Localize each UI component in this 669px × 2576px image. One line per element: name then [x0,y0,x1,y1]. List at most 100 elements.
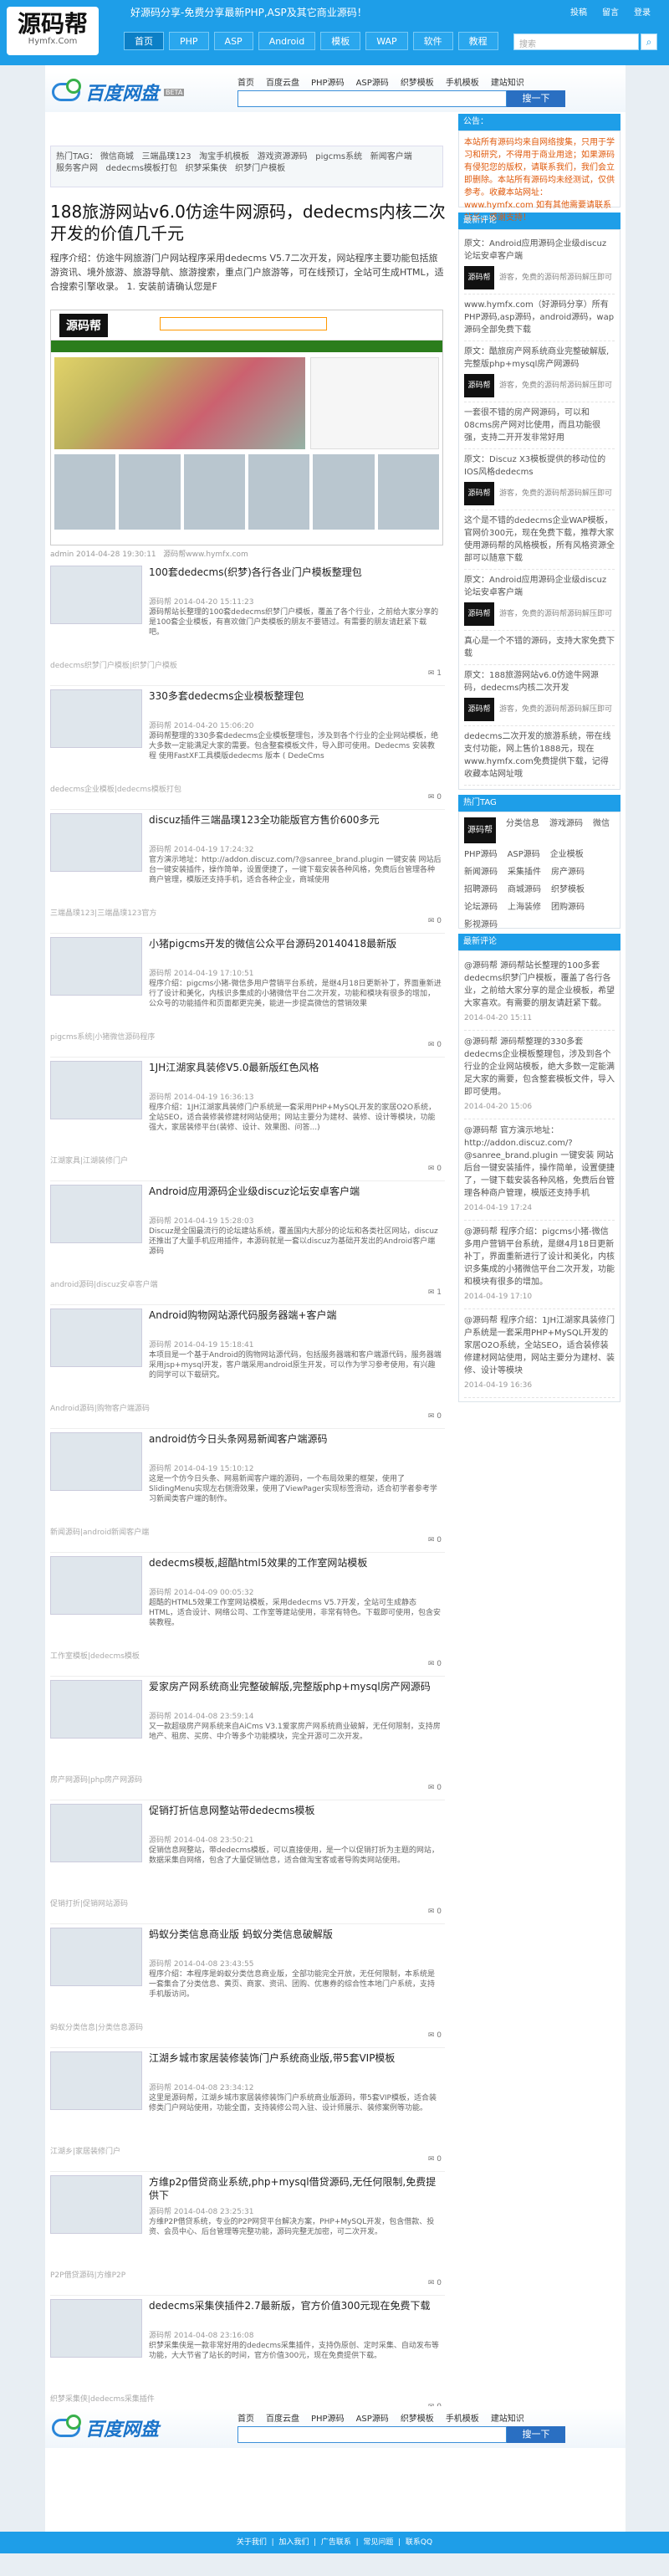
item-title[interactable]: 100套dedecms(织梦)各行各业门户模板整理包 [149,566,442,579]
item-title[interactable]: Android应用源码企业级discuz论坛安卓客户端 [149,1185,442,1198]
item-thumbnail[interactable] [50,2175,142,2234]
bdnav-php[interactable]: PHP源码 [311,2411,345,2424]
item-tags[interactable]: 房产网源码|php房产网源码 [50,1774,142,1785]
item-comment-count[interactable]: ✉ 0 [428,1412,442,1421]
bdnav-knowledge[interactable]: 建站知识 [491,2411,524,2424]
item-tags[interactable]: 江湖乡|家居装修门户 [50,2145,120,2156]
item-comment-count[interactable]: ✉ 0 [428,1784,442,1792]
item-thumbnail[interactable] [50,2051,142,2110]
item-thumbnail[interactable] [50,937,142,996]
nav-android[interactable]: Android [258,32,316,50]
item-comment-count[interactable]: ✉ 0 [428,1165,442,1173]
recent-comment[interactable]: 原文：酷旅房产网系统商业完整破解版,完整版php+mysql房产网源码 源码帮 游客… [464,341,615,402]
search-icon[interactable]: ⌕ [641,33,657,50]
item-title[interactable]: 小猪pigcms开发的微信公众平台源码20140418最新版 [149,937,442,950]
article-title[interactable]: 188旅游网站v6.0仿途牛网源码，dedecms内核二次开发的价值几千元 [50,201,447,244]
bdnav-asp[interactable]: ASP源码 [356,75,389,88]
hot-tag[interactable]: ASP源码 [508,848,540,861]
item-title[interactable]: 爱家房产网系统商业完整破解版,完整版php+mysql房产网源码 [149,1680,442,1693]
nav-templates[interactable]: 模板 [320,32,361,50]
hot-tag[interactable]: 源码帮 [464,817,496,843]
latest-comment[interactable]: @源码帮 官方演示地址：http://addon.discuz.com/?@sa… [464,1119,615,1221]
item-tags[interactable]: 工作室模板|dedecms模板 [50,1650,140,1661]
latest-comment[interactable]: @源码帮 源码帮整理的330多套dedecms企业模板整理包，涉及到各个行业的企… [464,1031,615,1119]
item-thumbnail[interactable] [50,1556,142,1615]
recent-comment[interactable]: www.hymfx.com（好源码分享）所有PHP源码,asp源码，androi… [464,294,615,341]
hot-tag[interactable]: 论坛源码 [464,901,498,914]
footer-baidu-pan-search-input[interactable] [237,2426,507,2443]
bdnav-home[interactable]: 首页 [237,75,254,88]
item-title[interactable]: 蚂蚁分类信息商业版 蚂蚁分类信息破解版 [149,1928,442,1941]
item-thumbnail[interactable] [50,1680,142,1739]
toplink-message[interactable]: 留言 [602,5,619,18]
latest-comment[interactable]: @源码帮 程序介绍：pigcms小猪-微信多用户营销平台系统，是继4月18日更新… [464,1221,615,1309]
item-thumbnail[interactable] [50,813,142,872]
tag-link[interactable]: 淘宝手机模板 [199,152,249,161]
hot-tag[interactable]: 团购源码 [551,901,585,914]
tag-link[interactable]: 织梦门户模板 [235,164,285,173]
hot-tag[interactable]: 织梦模板 [551,883,585,896]
item-thumbnail[interactable] [50,1308,142,1367]
item-comment-count[interactable]: ✉ 0 [428,2279,442,2287]
bdnav-asp[interactable]: ASP源码 [356,2411,389,2424]
item-comment-count[interactable]: ✉ 0 [428,1660,442,1668]
recent-comment[interactable]: 真心是一个不错的源码，支持大家免费下载 [464,631,615,665]
bdnav-cloud[interactable]: 百度云盘 [266,2411,299,2424]
item-thumbnail[interactable] [50,1432,142,1491]
recent-comment[interactable]: 原文：Android应用源码企业级discuz论坛安卓客户端 源码帮 游客，免费的源… [464,233,615,294]
footer-baidu-pan-search-button[interactable]: 搜一下 [507,2426,565,2443]
item-tags[interactable]: 新闻源码|android新闻客户端 [50,1526,149,1537]
recent-comment[interactable]: dedecms二次开发的旅游系统，带在线支付功能，网上售价1888元，现在www… [464,726,615,786]
item-thumbnail[interactable] [50,689,142,748]
tag-link[interactable]: 游戏资源源码 [258,152,308,161]
hot-tag[interactable]: 招聘源码 [464,883,498,896]
hot-tag[interactable]: 游戏源码 [549,817,583,843]
bdnav-mobile[interactable]: 手机模板 [446,2411,479,2424]
item-thumbnail[interactable] [50,1804,142,1862]
nav-tutorials[interactable]: 教程 [457,32,498,50]
hot-tag[interactable]: 新闻源码 [464,866,498,878]
tag-link[interactable]: 服务客户网 [56,164,98,173]
item-comment-count[interactable]: ✉ 0 [428,2155,442,2164]
item-title[interactable]: 330多套dedecms企业模板整理包 [149,689,442,703]
recent-comment[interactable]: 原文：Discuz X3模板提供的移动位的IOS风格dedecms 源码帮 游客，免… [464,449,615,510]
hot-tag[interactable]: PHP源码 [464,848,498,861]
item-thumbnail[interactable] [50,2299,142,2358]
nav-php[interactable]: PHP [169,32,209,50]
tag-link[interactable]: 新闻客户端 [370,152,412,161]
hot-tag[interactable]: 房产源码 [551,866,585,878]
item-comment-count[interactable]: ✉ 0 [428,2031,442,2040]
item-comment-count[interactable]: ✉ 0 [428,1536,442,1544]
recent-comment[interactable]: 一套很不错的房产网源码，可以和08cms房产网对比使用，而且功能很强，支持二开开… [464,402,615,449]
hot-tag[interactable]: 影视源码 [464,919,498,931]
toplink-login[interactable]: 登录 [634,5,651,18]
item-title[interactable]: 1JH江湖家具装修V5.0最新版红色风格 [149,1061,442,1074]
item-title[interactable]: android仿今日头条网易新闻客户端源码 [149,1432,442,1446]
item-title[interactable]: dedecms模板,超酷html5效果的工作室网站模板 [149,1556,442,1570]
item-comment-count[interactable]: ✉ 0 [428,793,442,801]
recent-comment[interactable]: 原文：Android应用源码企业级discuz论坛安卓客户端 源码帮 游客，免费的源… [464,570,615,631]
tag-link[interactable]: 三端晶璞123 [141,152,191,161]
footer-link[interactable]: 联系QQ [406,2538,432,2547]
item-thumbnail[interactable] [50,1185,142,1243]
tag-link[interactable]: 微信商城 [100,152,134,161]
footer-link[interactable]: 常见问题 [363,2538,393,2547]
item-comment-count[interactable]: ✉ 0 [428,917,442,925]
item-title[interactable]: 方维p2p借贷商业系统,php+mysql借贷源码,无任何限制,免费提供下 [149,2175,442,2202]
bdnav-home[interactable]: 首页 [237,2411,254,2424]
item-comment-count[interactable]: ✉ 0 [428,1041,442,1049]
hot-tag[interactable]: 商城源码 [508,883,541,896]
baidu-pan-search-button[interactable]: 搜一下 [507,90,565,107]
item-tags[interactable]: Android源码|购物客户端源码 [50,1402,150,1413]
footer-link[interactable]: 加入我们 [278,2538,309,2547]
item-title[interactable]: 江湖乡城市家居装修装饰门户系统商业版,带5套VIP模板 [149,2051,442,2065]
tag-link[interactable]: pigcms系统 [315,152,362,161]
bdnav-dede[interactable]: 织梦模板 [401,75,434,88]
bdnav-dede[interactable]: 织梦模板 [401,2411,434,2424]
item-tags[interactable]: 江湖家具|江湖装修门户 [50,1155,128,1165]
latest-comment[interactable]: @源码帮 源码帮站长整理的100多套dedecms织梦门户模板，覆盖了各行各业，… [464,955,615,1031]
hot-tag[interactable]: 企业模板 [550,848,584,861]
item-thumbnail[interactable] [50,1928,142,1986]
recent-comment[interactable]: 这个是不错的dedecms企业WAP模板，官网价300元，现在免费下载，推荐大家… [464,510,615,570]
item-title[interactable]: dedecms采集侠插件2.7最新版，官方价值300元现在免费下载 [149,2299,442,2312]
